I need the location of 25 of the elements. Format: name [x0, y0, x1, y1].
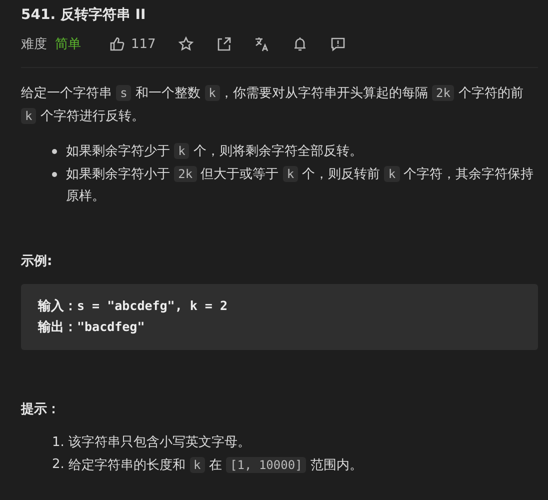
translate-icon[interactable] — [254, 36, 270, 52]
hints-heading: 提示： — [21, 401, 61, 418]
list-number: 1. — [52, 434, 64, 452]
example-label: 输入： — [38, 299, 77, 314]
rule-text: 如果剩余字符小于 2k 但大于或等于 k 个，则反转前 k 个字符，其余字符保持原样。 — [66, 165, 535, 206]
bullet-icon — [52, 149, 57, 154]
example-heading: 示例: — [21, 253, 54, 270]
bullet-icon — [52, 172, 57, 177]
thumbs-up-icon — [109, 36, 125, 52]
like-button[interactable]: 117 — [109, 36, 156, 52]
share-icon[interactable] — [216, 36, 232, 52]
feedback-icon[interactable] — [330, 36, 346, 52]
difficulty-level: 简单 — [55, 36, 81, 53]
example-value: s = "abcdefg", k = 2 — [77, 298, 228, 313]
bell-icon[interactable] — [292, 36, 308, 52]
difficulty-label: 难度 — [21, 36, 47, 53]
problem-description: 给定一个字符串 s 和一个整数 k ，你需要对从字符串开头算起的每隔 2k 个字符的前 k 个字符进行反转。 — [21, 84, 525, 126]
example-label: 输出： — [38, 320, 77, 335]
rule-text: 如果剩余字符少于 k 个，则将剩余字符全部反转。 — [66, 142, 363, 161]
problem-title: 541. 反转字符串 II — [21, 6, 147, 24]
hint-text: 该字符串只包含小写英文字母。 — [68, 434, 250, 452]
example-value: "bacdfeg" — [77, 319, 145, 334]
star-icon[interactable] — [178, 36, 194, 52]
hint-text: 给定字符串的长度和 k 在 [1, 10000] 范围内。 — [68, 456, 362, 475]
list-number: 2. — [52, 456, 64, 474]
